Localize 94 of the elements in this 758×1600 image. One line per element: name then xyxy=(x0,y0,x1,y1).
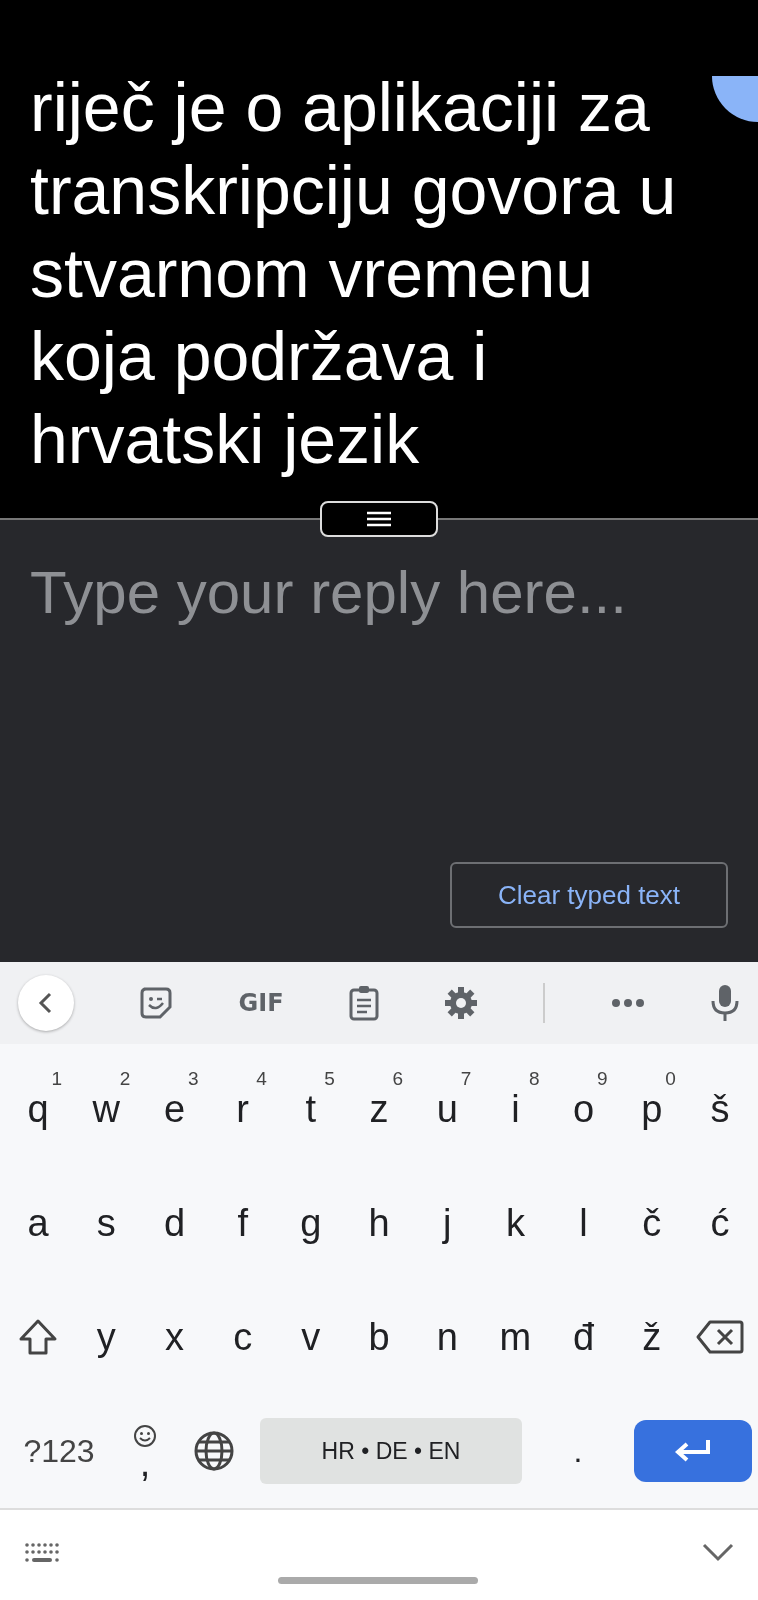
key[interactable]: y xyxy=(72,1280,141,1394)
key[interactable]: š xyxy=(685,1052,755,1166)
period-key[interactable]: . xyxy=(540,1394,616,1508)
key-label: v xyxy=(301,1315,321,1359)
more-icon[interactable] xyxy=(610,998,645,1008)
key-label: h xyxy=(368,1201,390,1245)
key-label: z xyxy=(369,1087,389,1131)
key-label: s xyxy=(96,1201,116,1245)
key[interactable]: b xyxy=(344,1280,414,1394)
menu-icon xyxy=(365,511,393,527)
key-label: f xyxy=(237,1201,248,1245)
key-label: k xyxy=(505,1201,525,1245)
comma-key[interactable]: , xyxy=(114,1394,176,1508)
key-label: š xyxy=(710,1087,730,1131)
key-label: ž xyxy=(642,1315,662,1359)
key[interactable]: s xyxy=(72,1166,141,1280)
key-label: e xyxy=(163,1087,186,1131)
key[interactable]: f xyxy=(208,1166,277,1280)
key[interactable]: g xyxy=(276,1166,345,1280)
key-label: w xyxy=(92,1087,120,1131)
key[interactable]: 0 p xyxy=(617,1052,686,1166)
key[interactable]: v xyxy=(276,1280,345,1394)
key[interactable]: 2 w xyxy=(72,1052,141,1166)
clipboard-icon[interactable] xyxy=(348,985,379,1021)
key[interactable]: đ xyxy=(549,1280,618,1394)
key-hint: 3 xyxy=(188,1068,199,1090)
caption-text: riječ je o aplikaciji za transkripciju govora u stvarnom vremenu koja podržava i hrvatski jezik xyxy=(30,68,678,479)
emoji-icon xyxy=(133,1424,157,1448)
key-label: n xyxy=(436,1315,458,1359)
resize-handle[interactable] xyxy=(320,501,438,537)
key[interactable]: n xyxy=(413,1280,482,1394)
key-hint: 2 xyxy=(119,1068,131,1090)
sticker-icon[interactable] xyxy=(139,986,174,1020)
key-label: b xyxy=(368,1315,390,1359)
key[interactable]: k xyxy=(481,1166,550,1280)
key[interactable]: j xyxy=(413,1166,482,1280)
clear-button[interactable]: Clear typed text xyxy=(450,862,728,928)
key[interactable]: ć xyxy=(685,1166,755,1280)
key[interactable]: ž xyxy=(617,1280,686,1394)
key-label: č xyxy=(642,1201,662,1245)
key-label: c xyxy=(233,1315,253,1359)
gif-button[interactable]: GIF xyxy=(238,989,284,1017)
key-hint: 8 xyxy=(528,1068,540,1090)
shift-icon xyxy=(18,1318,59,1356)
key[interactable]: 3 e xyxy=(140,1052,209,1166)
key-hint: 0 xyxy=(665,1068,676,1090)
key-hint: 7 xyxy=(460,1068,472,1090)
key-hint: 1 xyxy=(51,1068,63,1090)
key[interactable]: 7 u xyxy=(413,1052,482,1166)
key[interactable]: 4 r xyxy=(208,1052,277,1166)
key-label: o xyxy=(573,1087,595,1131)
key[interactable]: c xyxy=(208,1280,277,1394)
key[interactable]: 5 t xyxy=(276,1052,345,1166)
key[interactable]: h xyxy=(344,1166,414,1280)
key-label: d xyxy=(163,1201,186,1245)
key-label: x xyxy=(164,1315,184,1359)
key-label: l xyxy=(579,1201,588,1245)
key-hint: 6 xyxy=(392,1068,404,1090)
key[interactable]: a xyxy=(4,1166,73,1280)
key-label: r xyxy=(236,1087,249,1131)
key[interactable]: 9 o xyxy=(549,1052,618,1166)
key-label: u xyxy=(436,1087,458,1131)
key-label: a xyxy=(27,1201,49,1245)
enter-key[interactable] xyxy=(634,1420,752,1482)
space-key[interactable]: HR • DE • EN xyxy=(260,1418,522,1484)
keyboard-icon[interactable] xyxy=(24,1542,60,1564)
back-button[interactable] xyxy=(18,975,74,1031)
key-label: g xyxy=(300,1201,322,1245)
key-label: ć xyxy=(710,1201,730,1245)
key-label: q xyxy=(27,1087,49,1131)
key-hint: 4 xyxy=(256,1068,267,1090)
key-label: m xyxy=(499,1315,532,1359)
key[interactable]: 1 q xyxy=(4,1052,73,1166)
key[interactable]: m xyxy=(481,1280,550,1394)
key-hint: 5 xyxy=(324,1068,335,1090)
key-label: i xyxy=(511,1087,520,1131)
key-label: j xyxy=(443,1201,452,1245)
settings-icon[interactable] xyxy=(444,986,479,1020)
key-label: y xyxy=(96,1315,116,1359)
globe-icon xyxy=(193,1430,235,1472)
key-hint: 9 xyxy=(597,1068,608,1090)
key-label: t xyxy=(305,1087,317,1131)
key[interactable]: d xyxy=(140,1166,209,1280)
chevron-down-icon[interactable] xyxy=(702,1542,734,1562)
key[interactable]: 6 z xyxy=(344,1052,414,1166)
key[interactable]: x xyxy=(140,1280,209,1394)
key-label: p xyxy=(641,1087,663,1131)
microphone-icon[interactable] xyxy=(710,984,740,1022)
key-label: đ xyxy=(573,1315,595,1359)
key[interactable]: č xyxy=(617,1166,686,1280)
key[interactable]: l xyxy=(549,1166,618,1280)
backspace-icon xyxy=(695,1320,744,1354)
key[interactable]: 8 i xyxy=(481,1052,550,1166)
symbols-key[interactable]: ?123 xyxy=(4,1394,114,1508)
